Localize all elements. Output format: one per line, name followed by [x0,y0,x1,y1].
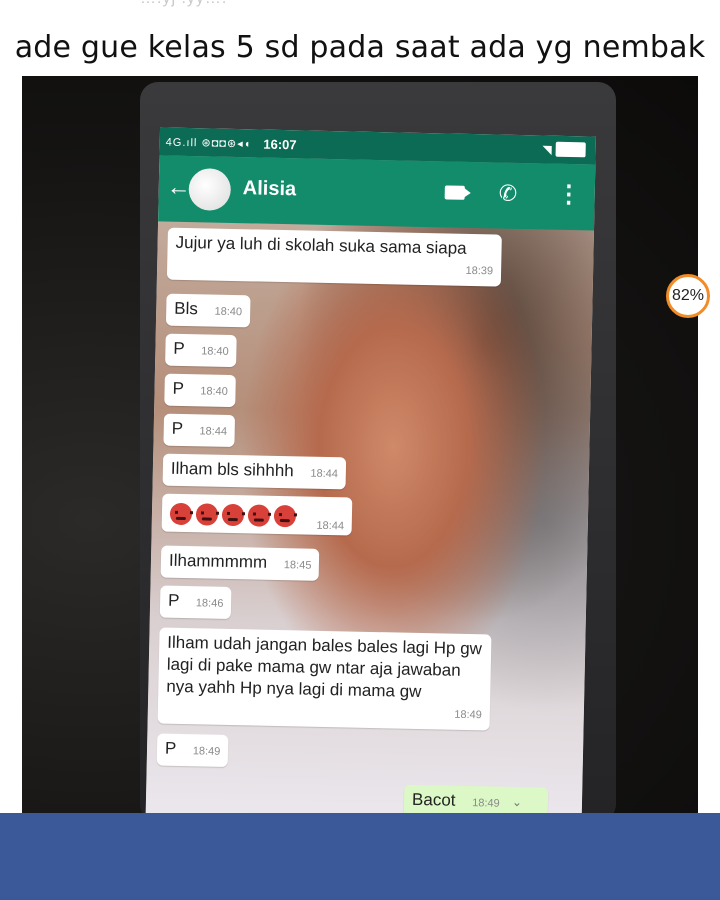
angry-face-icon [221,503,245,526]
message-text: P [164,738,177,758]
message-time: 18:46 [195,597,224,610]
message-time: 18:44 [316,519,345,533]
post-header: ….yj .yy…. ade gue kelas 5 sd pada saat … [0,0,720,78]
message-bubble[interactable]: Ilham bls sihhhh 18:44 [162,453,347,490]
phone-screen: 4G.ıll ⊛◘◘⊛◂◖ 16:07 ◥ ← Alisia ✆ ⋮ Jujur… [145,127,596,816]
overflow-menu-icon[interactable]: ⋮ [556,180,581,209]
status-time: 16:07 [263,136,297,152]
message-text: Bls [174,298,199,319]
message-bubble[interactable]: P 18:46 [159,585,232,620]
message-text: P [173,338,185,358]
message-time: 18:40 [200,385,228,398]
message-time: 18:44 [310,467,339,481]
phone-call-icon[interactable]: ✆ [498,181,517,207]
status-icons: 4G.ıll ⊛◘◘⊛◂◖ [165,136,252,150]
message-text: Ilham bls sihhhh [170,458,294,481]
message-bubble[interactable]: Ilham udah jangan bales bales lagi Hp gw… [157,627,492,731]
angry-face-icon [273,504,297,527]
progress-badge: 82% [666,274,710,318]
back-arrow-icon[interactable]: ← [166,174,192,202]
message-bubble[interactable]: Ilhammmmm 18:45 [160,545,320,581]
message-text: P [167,590,180,610]
message-time: 18:40 [201,345,229,358]
angry-face-icon [169,502,193,525]
angry-face-icon [247,503,271,527]
wifi-icon: ◥ [542,141,552,157]
message-bubble[interactable]: P 18:49 [156,733,229,767]
message-time: 18:39 [465,264,494,278]
message-text: P [172,378,184,398]
message-text: Jujur ya luh di skolah suka sama siapa [175,232,467,258]
message-bubble[interactable]: P 18:40 [165,333,238,368]
message-bubble[interactable]: P 18:44 [163,413,236,448]
message-time: 18:49 [192,745,221,758]
message-time: 18:49 [472,797,500,810]
message-text: Ilham udah jangan bales bales lagi Hp gw… [166,632,483,702]
angry-face-icon [195,502,219,526]
message-text: Bacot [411,789,456,810]
message-time: 18:44 [199,425,228,438]
contact-name[interactable]: Alisia [243,177,297,201]
battery-icon [555,141,586,158]
message-time: 18:45 [283,559,312,572]
message-bubble[interactable]: Bls 18:40 [165,293,251,328]
status-right: ◥ [542,141,586,158]
message-time: 18:49 [454,708,482,722]
bottom-banner [0,813,720,900]
message-bubble[interactable]: 18:44 [161,493,353,536]
post-caption: ade gue kelas 5 sd pada saat ada yg nemb… [14,30,706,65]
phone-device: 4G.ıll ⊛◘◘⊛◂◖ 16:07 ◥ ← Alisia ✆ ⋮ Jujur… [140,82,616,816]
message-bubble-outgoing[interactable]: Bacot 18:49 ⌄ [403,784,549,816]
video-call-icon[interactable] [444,185,465,200]
message-bubble[interactable]: P 18:40 [164,373,237,408]
post-photo: 4G.ıll ⊛◘◘⊛◂◖ 16:07 ◥ ← Alisia ✆ ⋮ Jujur… [22,76,698,816]
message-text: Ilhammmmm [168,550,268,572]
message-bubble[interactable]: Jujur ya luh di skolah suka sama siapa 1… [166,227,502,287]
message-time: 18:40 [214,305,243,319]
cropped-header-text: ….yj .yy…. [140,0,227,8]
message-text: P [171,418,183,438]
contact-avatar[interactable] [188,168,232,211]
angry-emoji-row [169,502,305,527]
chat-header: ← Alisia ✆ ⋮ [158,155,596,231]
chevron-down-icon[interactable]: ⌄ [512,791,523,813]
